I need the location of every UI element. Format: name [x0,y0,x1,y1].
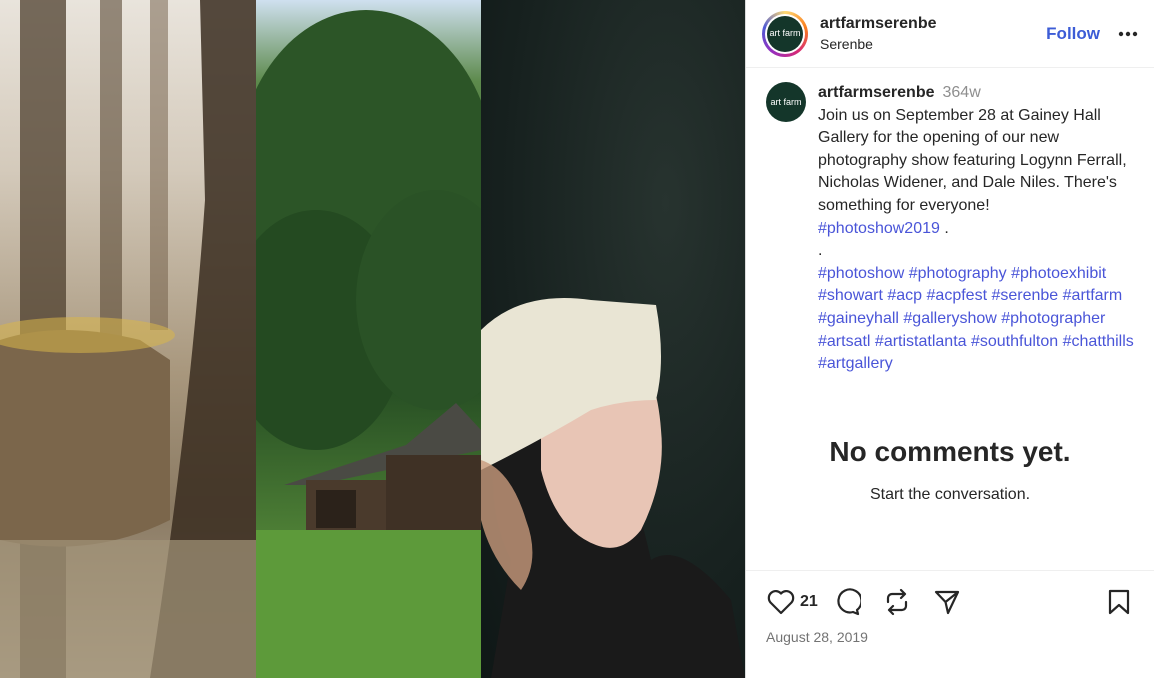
hashtag[interactable]: #acp [887,287,922,304]
hashtag-list: #photoshow #photography #photoexhibit #s… [818,265,1134,372]
empty-comments: No comments yet. Start the conversation. [746,436,1154,504]
post-header: art farm artfarmserenbe Serenbe Follow [746,0,1154,68]
hashtag[interactable]: #artsatl [818,333,870,350]
location-link[interactable]: Serenbe [820,36,1046,52]
comment-icon[interactable] [832,587,862,617]
hashtag[interactable]: #artgallery [818,355,893,372]
post-media[interactable] [0,0,745,678]
post-footer: 21 August 28, 2019 [746,570,1154,679]
hashtag[interactable]: #showart [818,287,883,304]
hashtag[interactable]: #photoshow [818,265,904,282]
hashtag[interactable]: #gaineyhall [818,310,899,327]
share-icon[interactable] [932,587,962,617]
hashtag[interactable]: #serenbe [991,287,1058,304]
caption-username[interactable]: artfarmserenbe [818,84,935,101]
like-count[interactable]: 21 [800,593,818,611]
hashtag[interactable]: #acpfest [927,287,987,304]
caption-time[interactable]: 364w [943,84,981,101]
post-sidebar: art farm artfarmserenbe Serenbe Follow a… [745,0,1154,678]
hashtag[interactable]: #photoexhibit [1011,265,1106,282]
hashtag[interactable]: #photographer [1001,310,1105,327]
more-options-icon[interactable] [1118,31,1138,37]
avatar: art farm [767,15,803,52]
barn-photo [256,0,481,678]
follow-button[interactable]: Follow [1046,24,1100,44]
empty-subtitle: Start the conversation. [869,486,1031,503]
repost-icon[interactable] [882,587,912,617]
hashtag[interactable]: #chatthills [1063,333,1134,350]
hashtag[interactable]: #photoshow2019 [818,220,940,237]
hashtag[interactable]: #photography [909,265,1007,282]
caption-text: Join us on September 28 at Gainey Hall G… [818,106,1127,214]
bookmark-icon[interactable] [1104,587,1134,617]
hashtag[interactable]: #galleryshow [903,310,996,327]
portrait-photo [481,0,745,678]
caption: art farm artfarmserenbe 364w Join us on S… [746,68,1154,376]
hashtag[interactable]: #southfulton [971,333,1058,350]
story-ring[interactable]: art farm [762,10,808,57]
forest-stump-photo [0,0,256,678]
caption-avatar[interactable]: art farm [766,82,806,122]
hashtag[interactable]: #artfarm [1063,287,1123,304]
caption-dot: . [818,242,823,260]
username-link[interactable]: artfarmserenbe [820,15,1046,33]
post-date[interactable]: August 28, 2019 [746,617,1154,645]
hashtag[interactable]: #artistatlanta [875,333,967,350]
empty-title: No comments yet. [829,436,1071,467]
heart-icon[interactable] [766,587,796,617]
caption-punct: . [939,219,949,237]
